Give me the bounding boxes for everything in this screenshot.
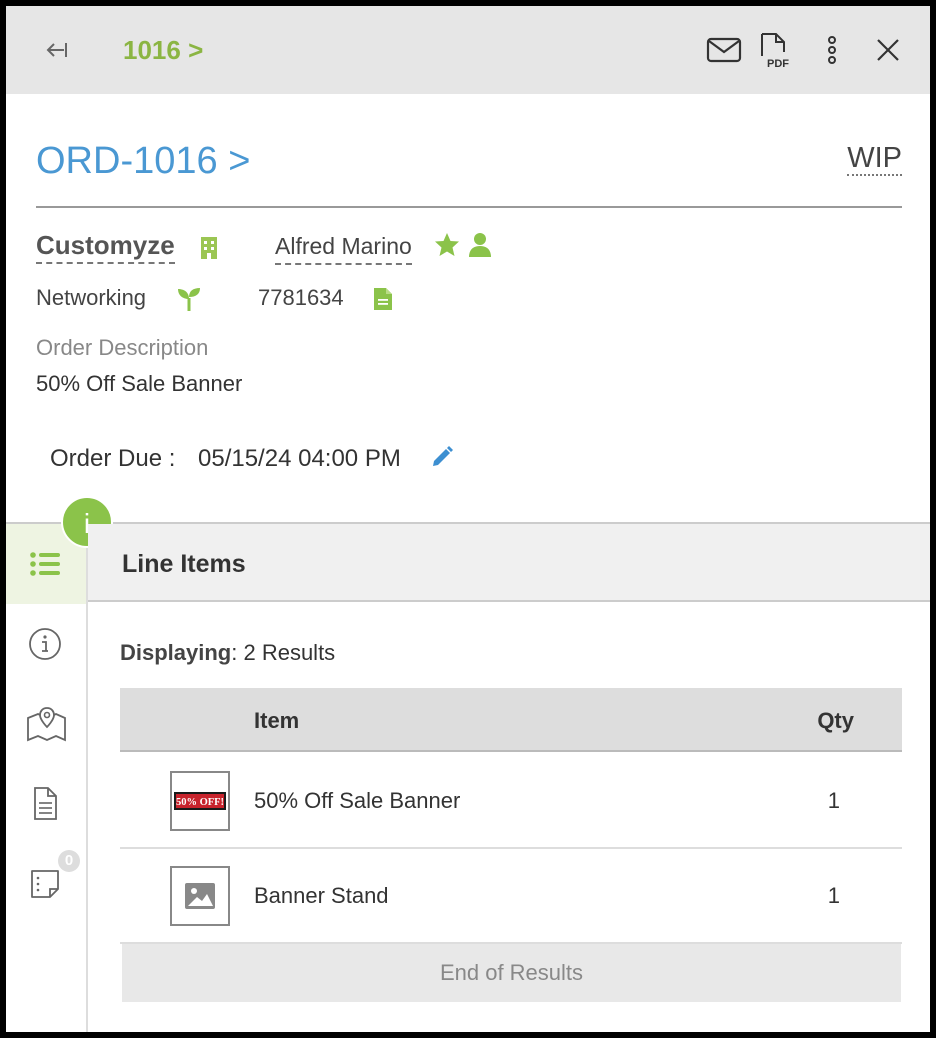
due-label: Order Due :: [50, 445, 176, 472]
back-arrow-icon[interactable]: [42, 36, 70, 64]
column-header-item[interactable]: Item: [254, 708, 299, 734]
item-qty: 1: [827, 883, 840, 908]
email-icon[interactable]: [706, 32, 742, 68]
sidebar-item-map[interactable]: [6, 684, 86, 764]
table-header: Item Qty: [120, 688, 902, 752]
building-icon: [200, 236, 218, 265]
end-of-results: End of Results: [122, 944, 901, 1002]
item-name: Banner Stand: [254, 883, 389, 908]
section-header: Line Items: [88, 524, 930, 602]
sidebar-item-documents[interactable]: [6, 764, 86, 844]
line-items-icon: [30, 552, 60, 576]
description-label: Order Description: [36, 335, 209, 360]
document-icon: [34, 787, 57, 820]
seedling-icon: [176, 286, 202, 317]
table-row[interactable]: 50% OFF! 50% Off Sale Banner 1: [120, 754, 902, 849]
side-nav: [6, 524, 88, 1032]
person-icon: [468, 232, 492, 263]
order-panel: 1016 > PDF ORD-1016 > WIP Customyze Alfr…: [6, 6, 930, 1032]
star-icon: [434, 232, 460, 263]
item-thumbnail: 50% OFF!: [170, 771, 230, 831]
file-icon[interactable]: [373, 287, 393, 316]
top-bar: 1016 > PDF: [6, 6, 930, 94]
contact-link[interactable]: Alfred Marino: [275, 233, 412, 265]
sidebar-item-info[interactable]: [6, 604, 86, 684]
divider: [36, 206, 902, 208]
due-value: 05/15/24 04:00 PM: [198, 445, 401, 472]
notes-icon: [31, 870, 59, 898]
column-header-qty[interactable]: Qty: [817, 708, 854, 734]
table-row[interactable]: Banner Stand 1: [120, 849, 902, 944]
industry-label: Networking: [36, 285, 147, 310]
account-number: 7781634: [258, 285, 344, 310]
more-vertical-icon[interactable]: [814, 32, 850, 68]
image-placeholder-icon: [170, 866, 230, 926]
breadcrumb[interactable]: 1016 >: [123, 35, 203, 66]
map-icon: [27, 707, 66, 742]
displaying-label: Displaying: [120, 640, 232, 665]
section-title: Line Items: [122, 550, 246, 578]
pdf-icon[interactable]: PDF: [758, 32, 794, 70]
description-value: 50% Off Sale Banner: [36, 371, 243, 396]
thumb-text: 50% OFF!: [176, 797, 224, 808]
pencil-icon[interactable]: [430, 445, 454, 474]
item-name: 50% Off Sale Banner: [254, 788, 461, 813]
item-qty: 1: [827, 788, 840, 813]
close-icon[interactable]: [870, 32, 906, 68]
status-badge[interactable]: WIP: [847, 142, 902, 176]
displaying-value: : 2 Results: [231, 640, 336, 665]
customer-link[interactable]: Customyze: [36, 230, 175, 264]
pdf-label: PDF: [767, 58, 789, 68]
results-count: Displaying: 2 Results: [120, 640, 335, 666]
info-icon: [29, 628, 61, 660]
order-title[interactable]: ORD-1016 >: [36, 140, 250, 183]
notes-count-badge: 0: [58, 850, 80, 872]
